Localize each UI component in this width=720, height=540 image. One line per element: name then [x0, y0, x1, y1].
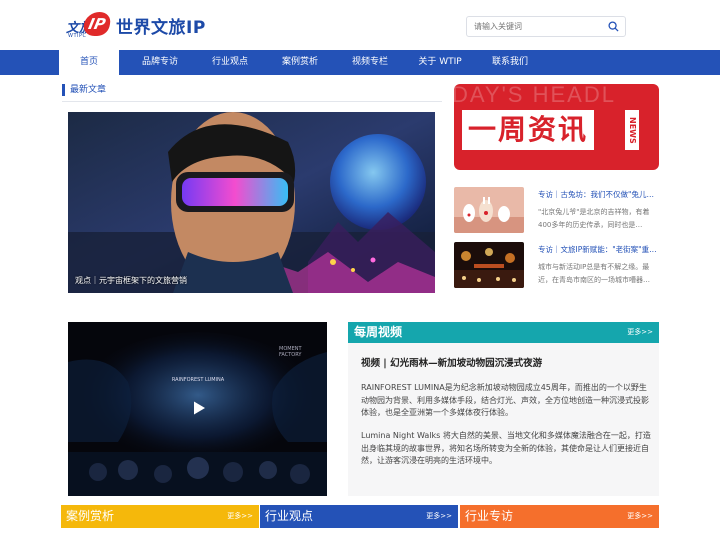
- side-news-thumbnail[interactable]: [454, 242, 524, 288]
- section-bar-industry-views: 行业观点 更多>>: [260, 505, 458, 528]
- side-news-desc: "北京兔儿爷"是北京的吉祥物，有着400多年的历史传承，同时也是…: [538, 208, 650, 229]
- play-icon[interactable]: [191, 400, 207, 416]
- section-bar-title: 行业观点: [265, 509, 314, 523]
- section-bar-industry-interviews: 行业专访 更多>>: [460, 505, 659, 528]
- site-logo[interactable]: 文旅 IP WTIPC 世界文旅IP: [62, 10, 206, 40]
- nav-item-case-studies[interactable]: 案例赏析: [270, 50, 330, 75]
- section-more-link[interactable]: 更多>>: [426, 505, 452, 528]
- main-nav: 首页 品牌专访 行业观点 案例赏析 视频专栏 关于 WTIP 联系我们: [0, 50, 720, 75]
- banner-title: 一周资讯: [462, 110, 595, 150]
- section-bar-title: 行业专访: [465, 509, 514, 523]
- nav-item-contact[interactable]: 联系我们: [480, 50, 540, 75]
- side-news-thumbnail[interactable]: [454, 187, 524, 233]
- video-overlay-title: RAINFOREST LUMINA: [171, 377, 225, 383]
- hero-caption[interactable]: 观点｜元宇宙框架下的文旅营销: [75, 275, 187, 286]
- search-box: [466, 16, 626, 37]
- night-street-image: [454, 242, 524, 288]
- side-news-desc: 城市与新活动IP总是有不解之缘。最近，在青岛市南区的一场城市嘈器…: [538, 263, 650, 284]
- hero-illustration: [68, 112, 435, 293]
- weekly-video-paragraph: Lumina Night Walks 将大自然的美景、当地文化和多媒体魔法融合在…: [361, 431, 651, 465]
- nav-item-about[interactable]: 关于 WTIP: [410, 50, 470, 75]
- hero-article-image[interactable]: 观点｜元宇宙框架下的文旅营销: [68, 112, 435, 293]
- search-icon[interactable]: [608, 21, 619, 32]
- section-more-link[interactable]: 更多>>: [227, 505, 253, 528]
- section-divider: [62, 101, 442, 102]
- video-watermark: MOMENT FACTORY: [279, 346, 302, 358]
- logo-text: 世界文旅IP: [116, 17, 206, 38]
- side-news-item[interactable]: 专访｜文旅IP新赋能："老街案"重… 城市与新活动IP总是有不解之缘。最近，在青…: [454, 242, 664, 292]
- section-bar-title: 案例赏析: [66, 509, 115, 523]
- nav-item-home[interactable]: 首页: [59, 50, 119, 75]
- section-bar-case-studies: 案例赏析 更多>>: [61, 505, 259, 528]
- weekly-video-headline[interactable]: 视频 | 幻光雨林—新加坡动物园沉浸式夜游: [361, 355, 542, 369]
- weekly-video-header: 每周视频 更多>>: [348, 322, 659, 343]
- side-news-item[interactable]: 专访｜古兔坊：我们不仅做"兔儿… "北京兔儿爷"是北京的吉祥物，有着400多年的…: [454, 187, 664, 237]
- side-news-title[interactable]: 专访｜文旅IP新赋能："老街案"重…: [538, 244, 658, 255]
- weekly-video-paragraph: RAINFOREST LUMINA是为纪念新加坡动物园成立45周年，而推出的一个…: [361, 383, 649, 417]
- weekly-video-panel: 每周视频 更多>> 视频 | 幻光雨林—新加坡动物园沉浸式夜游 RAINFORE…: [348, 322, 659, 496]
- banner-news-label: NEWS: [625, 110, 639, 150]
- side-news-title[interactable]: 专访｜古兔坊：我们不仅做"兔儿…: [538, 189, 658, 200]
- nav-item-industry-views[interactable]: 行业观点: [200, 50, 260, 75]
- logo-mark: 文旅 IP WTIPC: [62, 10, 113, 40]
- video-player[interactable]: MOMENT FACTORY RAINFOREST LUMINA: [68, 322, 327, 496]
- nav-item-brand-interviews[interactable]: 品牌专访: [130, 50, 190, 75]
- search-input[interactable]: [467, 17, 597, 36]
- weekly-video-title: 每周视频: [354, 325, 403, 339]
- section-more-link[interactable]: 更多>>: [627, 505, 653, 528]
- weekly-news-banner[interactable]: DAY'S HEADL 一周资讯 NEWS: [454, 84, 659, 170]
- rabbit-figures-image: [454, 187, 524, 233]
- site-header: 文旅 IP WTIPC 世界文旅IP: [0, 0, 720, 50]
- nav-item-video-column[interactable]: 视频专栏: [340, 50, 400, 75]
- weekly-more-link[interactable]: 更多>>: [627, 322, 653, 343]
- section-title-latest: 最新文章: [62, 84, 106, 96]
- banner-ghost-text: DAY'S HEADL: [454, 84, 616, 107]
- logo-mark-sub: WTIPC: [68, 33, 87, 39]
